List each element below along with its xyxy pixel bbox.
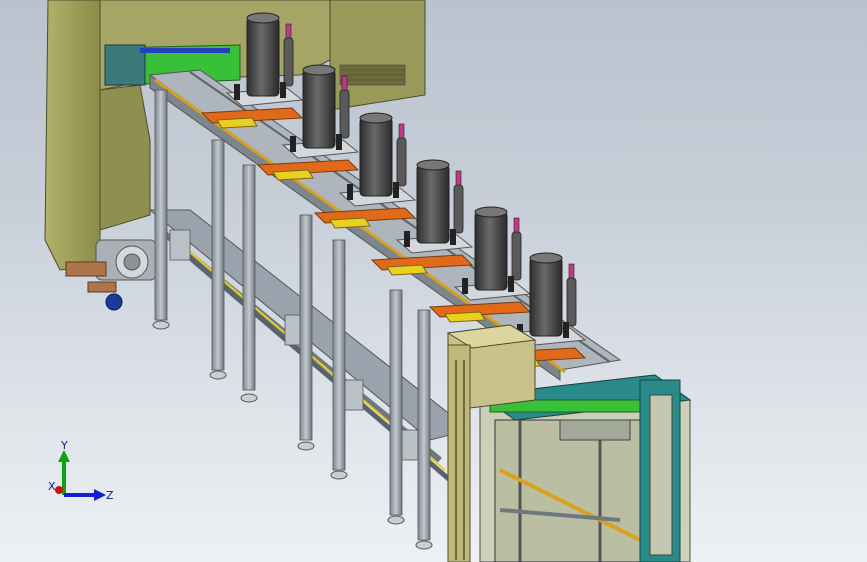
actuator-rod-unit-4 [453,184,464,234]
cad-viewport[interactable]: Y Z X [0,0,867,562]
cylinder-unit-1 [246,17,280,97]
cylinder-cap-unit-5 [474,206,508,218]
actuator-tip-unit-4 [455,170,462,186]
cylinder-unit-4 [416,164,450,244]
fixture-pad-unit-3 [329,217,371,229]
actuator-rod-unit-2 [339,89,350,139]
actuator-tip-unit-3 [398,123,405,139]
cylinder-unit-5 [474,211,508,291]
z-axis-label: Z [106,489,114,502]
cylinder-unit-2 [302,69,336,149]
fixture-pad-unit-5 [444,311,486,323]
clamp-right-unit-2 [336,134,342,150]
actuator-tip-unit-5 [513,217,520,233]
clamp-right-unit-5 [508,276,514,292]
cylinder-cap-unit-3 [359,112,393,124]
actuator-rod-unit-3 [396,137,407,187]
cylinder-cap-unit-6 [529,252,563,264]
actuator-rod-unit-1 [283,37,294,87]
clamp-right-unit-1 [280,82,286,98]
view-orientation-triad: Y Z X [48,440,114,502]
cylinder-cap-unit-4 [416,159,450,171]
actuator-rod-unit-5 [511,231,522,281]
clamp-left-unit-4 [404,231,410,247]
cylinder-unit-3 [359,117,393,197]
x-axis-label: X [48,480,56,493]
fixture-pad-unit-1 [216,117,258,129]
clamp-left-unit-2 [290,136,296,152]
y-axis-label: Y [60,440,68,452]
clamp-right-unit-3 [393,182,399,198]
clamp-right-unit-4 [450,229,456,245]
actuator-rod-unit-6 [566,277,577,327]
cylinder-unit-6 [529,257,563,337]
clamp-left-unit-3 [347,184,353,200]
fixture-pad-unit-4 [386,264,428,276]
cylinder-cap-unit-1 [246,12,280,24]
clamp-left-unit-5 [462,278,468,294]
x-axis-dot [55,486,63,494]
actuator-tip-unit-2 [341,75,348,91]
cylinder-cap-unit-2 [302,64,336,76]
assembly-line-3d-model[interactable] [0,0,867,562]
actuator-tip-unit-6 [568,263,575,279]
clamp-left-unit-1 [234,84,240,100]
fixture-pad-unit-2 [272,169,314,181]
actuator-tip-unit-1 [285,23,292,39]
clamp-right-unit-6 [563,322,569,338]
